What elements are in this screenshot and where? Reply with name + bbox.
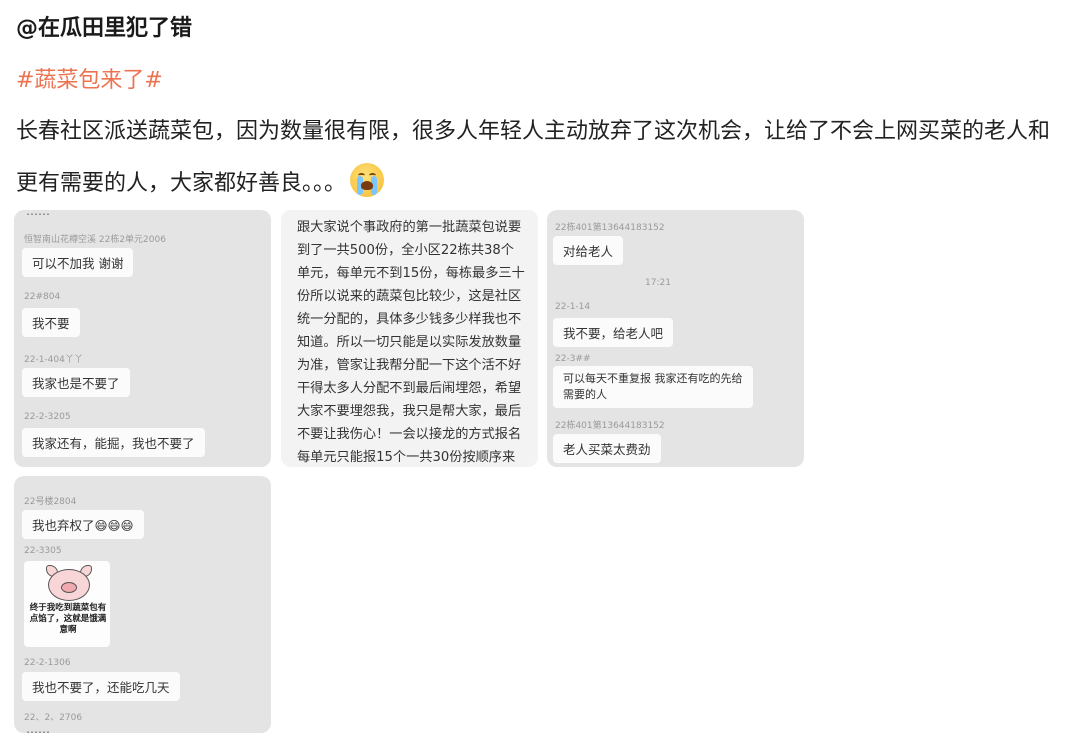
post-image-2[interactable]: 跟大家说个事政府的第一批蔬菜包说要到了一共500份，全小区22栋共38个单元，每… <box>281 210 538 467</box>
chat-bubble: 对给老人 <box>553 236 624 265</box>
sender-label: 22-2-1306 <box>24 658 71 668</box>
sender-label: 22号楼2804 <box>24 497 77 507</box>
sender-label: 22栋401第13644183152 <box>555 421 665 431</box>
partial-message: …… <box>26 722 50 733</box>
chat-bubble: 老人买菜太费劲 <box>553 434 661 463</box>
chat-bubble: 我家也是不要了 <box>22 368 130 397</box>
pig-sticker-image: 终于我吃到蔬菜包有点馅了，这就是饿满意啊 <box>24 561 110 647</box>
sender-label: 22#804 <box>24 292 61 302</box>
pig-snout-icon <box>61 582 77 593</box>
post-image-1[interactable]: …… 恒智南山花樽空溪 22栋2单元2006 可以不加我 谢谢 22#804 我… <box>14 210 271 467</box>
crying-face-icon <box>350 163 385 197</box>
notice-text: 跟大家说个事政府的第一批蔬菜包说要到了一共500份，全小区22栋共38个单元，每… <box>297 220 525 465</box>
chat-bubble: 我不要 <box>22 308 80 337</box>
post-image-3[interactable]: 22栋401第13644183152 对给老人 17:21 22-1-14 我不… <box>547 210 804 467</box>
post-body: 长春社区派送蔬菜包，因为数量很有限，很多人年轻人主动放弃了这次机会，让给了不会上… <box>16 106 1056 210</box>
chat-timestamp: 17:21 <box>645 278 671 288</box>
sender-label: 22-1-404丫丫 <box>24 355 83 365</box>
partial-message: …… <box>26 210 50 218</box>
chat-bubble: 可以每天不重复报 我家还有吃的先给需要的人 <box>553 366 753 408</box>
sender-label: 22-3## <box>555 354 591 364</box>
sender-label: 22-3305 <box>24 546 62 556</box>
post-hashtag[interactable]: #蔬菜包来了# <box>16 62 163 94</box>
chat-bubble: 我也弃权了😄😄😄 <box>22 510 144 539</box>
sticker-caption: 终于我吃到蔬菜包有点馅了，这就是饿满意啊 <box>29 603 107 635</box>
sender-label: 22-1-14 <box>555 302 591 312</box>
post-author[interactable]: @在瓜田里犯了错 <box>16 10 192 42</box>
post-body-text: 长春社区派送蔬菜包，因为数量很有限，很多人年轻人主动放弃了这次机会，让给了不会上… <box>16 119 1051 196</box>
sender-label: 恒智南山花樽空溪 22栋2单元2006 <box>24 235 166 245</box>
chat-bubble: 可以不加我 谢谢 <box>22 248 134 277</box>
chat-bubble: 我家还有，能掘，我也不要了 <box>22 428 205 457</box>
chat-bubble: 我不要，给老人吧 <box>553 318 674 347</box>
sender-label: 22-2-3205 <box>24 412 71 422</box>
chat-bubble: 我也不要了，还能吃几天 <box>22 672 180 701</box>
sender-label: 22栋401第13644183152 <box>555 223 665 233</box>
